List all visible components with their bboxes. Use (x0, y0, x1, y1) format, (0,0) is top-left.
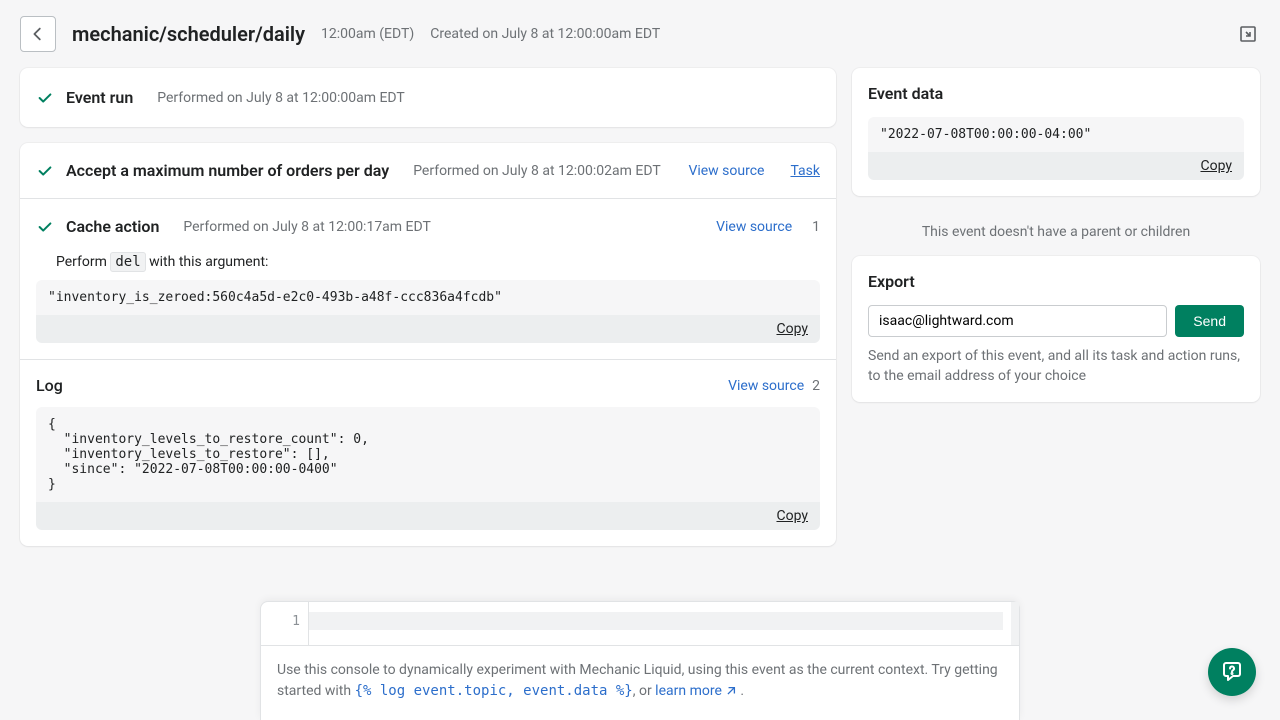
cache-perform-line: Perform del with this argument: (56, 254, 820, 270)
console-hint-suffix: . (737, 683, 744, 699)
task-run-card: Accept a maximum number of orders per da… (20, 143, 836, 546)
cache-perform-prefix: Perform (56, 254, 110, 270)
expand-button[interactable] (1236, 22, 1260, 46)
log-copy-button[interactable]: Copy (776, 508, 808, 524)
page-title: mechanic/scheduler/daily (72, 22, 305, 46)
export-desc: Send an export of this event, and all it… (868, 347, 1244, 386)
event-data-body: "2022-07-08T00:00:00-04:00" (868, 117, 1244, 152)
back-button[interactable] (20, 16, 56, 52)
console-hint-mid: , or (633, 683, 655, 699)
task-link[interactable]: Task (790, 163, 820, 179)
send-button[interactable]: Send (1175, 305, 1244, 337)
log-count: 2 (812, 378, 820, 394)
event-data-title: Event data (868, 84, 1244, 103)
check-icon (36, 162, 54, 180)
task-view-source-link[interactable]: View source (688, 163, 764, 179)
expand-icon (1238, 24, 1258, 44)
event-data-card: Event data "2022-07-08T00:00:00-04:00" C… (852, 68, 1260, 196)
console-line[interactable] (309, 602, 1011, 645)
cache-view-source-link[interactable]: View source (716, 219, 792, 235)
export-email-input[interactable] (868, 305, 1167, 337)
event-no-parent: This event doesn't have a parent or chil… (852, 212, 1260, 240)
arrow-left-icon (29, 25, 47, 43)
learn-more-label: learn more (655, 683, 722, 699)
header-created: Created on July 8 at 12:00:00am EDT (430, 26, 660, 42)
console-hint: Use this console to dynamically experime… (261, 646, 1019, 720)
console-hint-code: {% log event.topic, event.data %} (355, 683, 633, 699)
event-run-card: Event run Performed on July 8 at 12:00:0… (20, 68, 836, 127)
log-view-source-link[interactable]: View source (728, 378, 804, 394)
event-run-performed: Performed on July 8 at 12:00:00am EDT (157, 90, 405, 106)
cache-action-performed: Performed on July 8 at 12:00:17am EDT (183, 219, 431, 235)
cache-argument-code: "inventory_is_zeroed:560c4a5d-e2c0-493b-… (36, 280, 820, 315)
cache-count: 1 (812, 219, 820, 235)
check-icon (36, 218, 54, 236)
console-gutter: 1 (261, 602, 309, 645)
console-scrollbar[interactable] (1011, 602, 1019, 645)
export-card: Export Send Send an export of this event… (852, 256, 1260, 402)
help-fab[interactable] (1208, 648, 1256, 696)
task-run-performed: Performed on July 8 at 12:00:02am EDT (413, 163, 661, 179)
event-run-title: Event run (66, 88, 133, 107)
cache-action-title: Cache action (66, 217, 159, 236)
cache-perform-op: del (110, 252, 145, 272)
console-panel: 1 Use this console to dynamically experi… (260, 601, 1020, 720)
external-link-icon (724, 685, 737, 698)
export-title: Export (868, 272, 1244, 291)
console-editor[interactable]: 1 (261, 602, 1019, 646)
learn-more-link[interactable]: learn more (655, 683, 737, 699)
chat-help-icon (1220, 660, 1244, 684)
event-data-copy-button[interactable]: Copy (1200, 158, 1232, 174)
console-line-highlight (309, 612, 1003, 630)
cache-perform-suffix: with this argument: (146, 254, 269, 270)
header-time: 12:00am (EDT) (321, 26, 414, 42)
log-title: Log (36, 376, 63, 395)
cache-copy-button[interactable]: Copy (776, 321, 808, 337)
log-body-code: { "inventory_levels_to_restore_count": 0… (36, 407, 820, 502)
check-icon (36, 89, 54, 107)
task-run-title: Accept a maximum number of orders per da… (66, 161, 389, 180)
